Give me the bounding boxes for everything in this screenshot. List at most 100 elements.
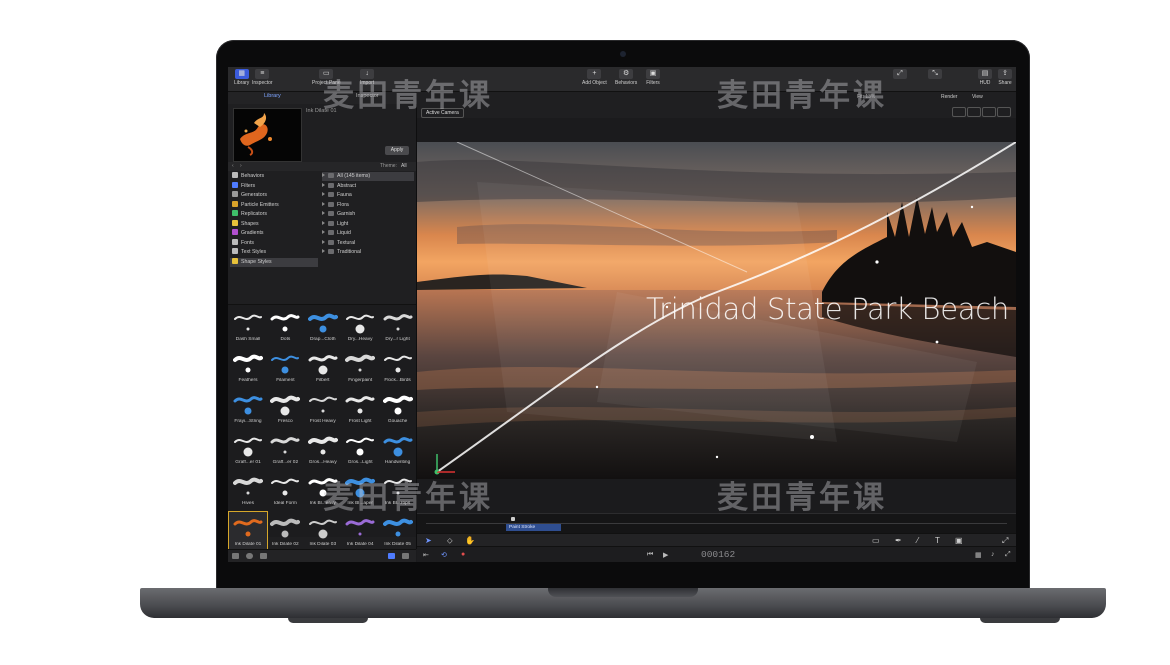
- apply-button[interactable]: Apply: [385, 146, 409, 155]
- fullscreen-play-icon[interactable]: ⤢: [1005, 551, 1011, 559]
- render-menu[interactable]: Render: [941, 94, 957, 100]
- style-grid-item[interactable]: Gros...Heavy: [304, 430, 342, 471]
- category-item[interactable]: Generators: [230, 191, 318, 200]
- style-grid-item[interactable]: Drap...Cloth: [304, 307, 342, 348]
- list-view-icon[interactable]: [402, 553, 409, 559]
- style-grid-item[interactable]: Hives: [229, 471, 267, 512]
- pen-tool-icon[interactable]: ✒: [895, 536, 902, 545]
- shape-tool-icon[interactable]: ▭: [872, 536, 880, 545]
- category-label: Particle Emitters: [241, 201, 279, 208]
- subcategory-item[interactable]: Flora: [322, 201, 414, 210]
- share-target-icon-button[interactable]: ⤢: [893, 69, 907, 80]
- style-grid-item[interactable]: Flock...Birds: [379, 348, 417, 389]
- fullscreen-button[interactable]: ⤡: [928, 69, 942, 80]
- style-grid-item[interactable]: Ink Dilate 05: [379, 512, 417, 553]
- category-item[interactable]: Particle Emitters: [230, 200, 318, 210]
- style-grid-item[interactable]: Frayi...String: [229, 389, 267, 430]
- timeline-clip[interactable]: Paint Stroke: [506, 524, 561, 531]
- tab-library[interactable]: Library: [264, 93, 281, 99]
- timing-icon[interactable]: ⇤: [423, 551, 429, 559]
- category-item[interactable]: Filters: [230, 181, 318, 191]
- search-icon[interactable]: [246, 553, 253, 559]
- style-grid-item[interactable]: Gouache: [379, 389, 417, 430]
- style-grid-item[interactable]: Ink Dilate 03: [304, 512, 342, 553]
- disclosure-icon: [322, 239, 325, 244]
- hud-button[interactable]: ▤ HUD: [978, 69, 992, 86]
- category-item[interactable]: Replicators: [230, 210, 318, 219]
- category-item[interactable]: Text Styles: [230, 248, 318, 257]
- category-item[interactable]: Gradients: [230, 229, 318, 238]
- category-item[interactable]: Behaviors: [230, 172, 318, 181]
- category-icon: [232, 181, 238, 188]
- folder-icon[interactable]: [232, 553, 239, 559]
- style-grid-item[interactable]: Dash Small: [229, 307, 267, 348]
- category-item[interactable]: Shapes: [230, 219, 318, 229]
- go-to-start-icon[interactable]: ⏮: [647, 551, 653, 559]
- style-grid-item[interactable]: Filbert: [304, 348, 342, 389]
- layers-icon[interactable]: ▦: [975, 551, 982, 559]
- style-grid-item[interactable]: Graff...er 02: [266, 430, 304, 471]
- share-button[interactable]: ⇪ Share: [998, 69, 1012, 86]
- text-tool-icon[interactable]: T: [935, 536, 940, 545]
- style-grid-label: Ink Dilate 04: [346, 542, 374, 547]
- style-grid-item[interactable]: Fingerpaint: [341, 348, 379, 389]
- canvas-viewer[interactable]: Trinidad State Park Beach: [417, 142, 1016, 479]
- subcategory-item[interactable]: Textural: [322, 239, 414, 248]
- subcategory-item[interactable]: All (145 items): [322, 172, 414, 181]
- view-menu[interactable]: View: [972, 94, 983, 100]
- style-grid-item[interactable]: Filament: [266, 348, 304, 389]
- style-grid-item[interactable]: Ink Dilate 01: [228, 511, 268, 554]
- add-object-button[interactable]: + Add Object: [582, 69, 607, 86]
- canvas-title-text[interactable]: Trinidad State Park Beach: [646, 292, 1009, 326]
- style-grid-item[interactable]: Handwriting: [379, 430, 417, 471]
- select-tool-icon[interactable]: ➤: [425, 536, 432, 545]
- paint-stroke-tool-icon[interactable]: ⁄: [917, 536, 918, 545]
- subcategory-item[interactable]: Light: [322, 220, 414, 229]
- dolly-icon[interactable]: [997, 107, 1011, 117]
- playhead-icon[interactable]: [511, 517, 515, 521]
- style-grid-item[interactable]: Gros...Light: [341, 430, 379, 471]
- style-grid-item[interactable]: Dots: [266, 307, 304, 348]
- preview-toggle-icon[interactable]: [260, 553, 267, 559]
- category-item[interactable]: Fonts: [230, 238, 318, 248]
- back-icon[interactable]: ‹: [232, 163, 234, 169]
- style-grid-item[interactable]: Frost Light: [341, 389, 379, 430]
- transform-tool-icon[interactable]: ⬦: [447, 536, 453, 545]
- library-button[interactable]: ▦ Library: [234, 69, 249, 86]
- filters-button[interactable]: ▣ Filters: [646, 69, 660, 86]
- style-grid-item[interactable]: Ideal Form: [266, 471, 304, 512]
- play-icon[interactable]: ▶: [663, 551, 668, 559]
- inspector-button[interactable]: ≡ Inspector: [252, 69, 273, 86]
- theme-select[interactable]: All: [401, 163, 407, 169]
- grid-view-icon[interactable]: [388, 553, 395, 559]
- subcategory-item[interactable]: Traditional: [322, 248, 414, 257]
- style-grid-item[interactable]: Dry...r Light: [379, 307, 417, 348]
- timecode-display[interactable]: 000162: [701, 549, 735, 560]
- subcategory-item[interactable]: Garnish: [322, 210, 414, 219]
- subcategory-item[interactable]: Fauna: [322, 191, 414, 200]
- style-grid-item[interactable]: Ink Dilate 04: [341, 512, 379, 553]
- audio-icon[interactable]: ♪: [991, 551, 995, 558]
- pan-icon[interactable]: [967, 107, 981, 117]
- subcategory-item[interactable]: Liquid: [322, 229, 414, 238]
- record-icon[interactable]: ●: [461, 551, 465, 558]
- behaviors-button[interactable]: ⚙ Behaviors: [615, 69, 637, 86]
- subcategory-item[interactable]: Abstract: [322, 182, 414, 191]
- style-grid-item[interactable]: Feathers: [229, 348, 267, 389]
- category-item[interactable]: Shape Styles: [230, 257, 318, 267]
- disclosure-icon: [322, 220, 325, 225]
- camera-icon[interactable]: [952, 107, 966, 117]
- style-grid-item[interactable]: Ink Dilate 02: [266, 512, 304, 553]
- forward-icon[interactable]: ›: [240, 163, 242, 169]
- orbit-icon[interactable]: [982, 107, 996, 117]
- subcategory-label: Abstract: [337, 182, 357, 189]
- style-grid-item[interactable]: Frost Heavy: [304, 389, 342, 430]
- expand-icon[interactable]: ⤢: [1002, 536, 1008, 545]
- style-grid-item[interactable]: Dry...Heavy: [341, 307, 379, 348]
- mask-tool-icon[interactable]: ▣: [955, 536, 963, 545]
- loop-icon[interactable]: ⟲: [441, 551, 447, 559]
- style-grid-item[interactable]: Fresco: [266, 389, 304, 430]
- hand-tool-icon[interactable]: ✋: [465, 536, 475, 545]
- timeline-ruler[interactable]: [426, 517, 1007, 524]
- style-grid-item[interactable]: Graff...er 01: [229, 430, 267, 471]
